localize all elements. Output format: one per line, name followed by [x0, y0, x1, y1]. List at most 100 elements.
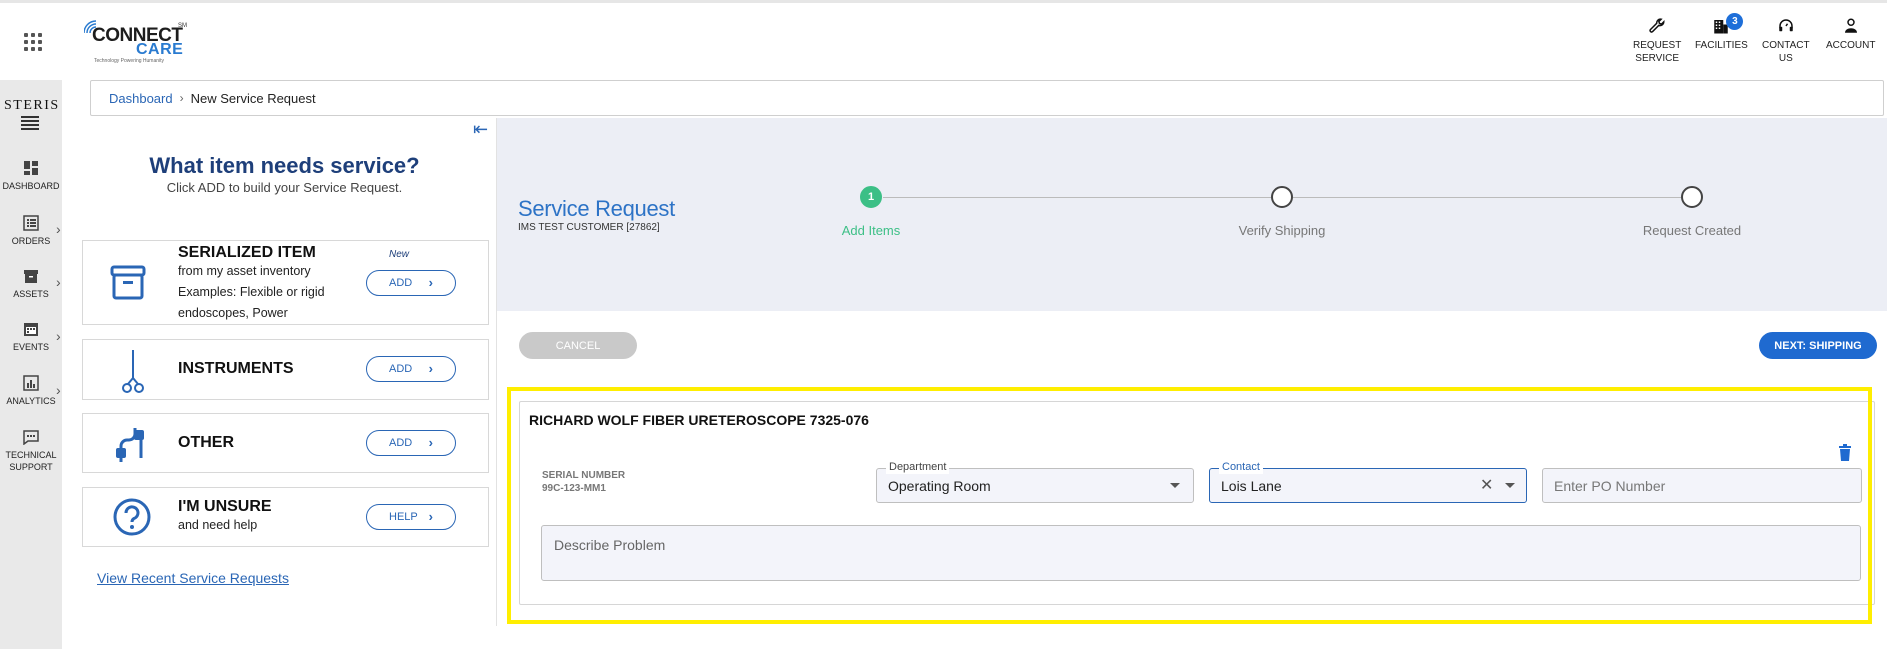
service-request-title: Service Request: [518, 196, 675, 221]
rail-item-orders[interactable]: ORDERS: [0, 215, 62, 247]
card-serialized-item: SERIALIZED ITEM from my asset inventory …: [82, 240, 489, 325]
describe-problem-textarea[interactable]: Describe Problem: [541, 525, 1861, 581]
step-3-circle: [1681, 186, 1703, 208]
logo-service-mark: SM: [178, 23, 187, 29]
department-value: Operating Room: [888, 478, 991, 494]
connect-care-logo[interactable]: CONNECT SM CARE Technology Powering Huma…: [84, 19, 194, 67]
nav-facilities[interactable]: 3 FACILITIES: [1695, 13, 1748, 52]
breadcrumb-current: New Service Request: [190, 90, 316, 106]
help-button[interactable]: HELP ›: [366, 504, 456, 530]
view-recent-requests-link[interactable]: View Recent Service Requests: [97, 570, 289, 586]
collapse-panel-icon[interactable]: ⇤: [473, 119, 488, 140]
po-number-input[interactable]: Enter PO Number: [1542, 468, 1862, 503]
department-select[interactable]: Department Operating Room: [876, 461, 1194, 503]
rail-item-analytics[interactable]: ANALYTICS: [0, 375, 62, 407]
chat-icon: [23, 430, 39, 445]
stepper-line-1: [883, 197, 1271, 198]
card-serialized-desc3: endoscopes, Power: [178, 306, 288, 320]
card-instruments: INSTRUMENTS ADD ›: [82, 339, 489, 400]
contact-select[interactable]: Contact Lois Lane ✕: [1209, 461, 1527, 503]
logo-word-care: CARE: [136, 41, 184, 58]
card-unsure-title: I'M UNSURE: [178, 498, 272, 515]
service-request-band: [497, 118, 1887, 311]
contact-label: Contact: [1219, 461, 1263, 474]
rail-item-analytics-label: ANALYTICS: [6, 396, 56, 406]
customer-name: IMS TEST CUSTOMER [27862]: [518, 222, 660, 233]
analytics-icon: [23, 375, 39, 391]
assets-icon: [24, 270, 38, 283]
rail-item-events-label: EVENTS: [12, 342, 49, 352]
chevron-right-icon: ›: [428, 275, 433, 290]
nav-request-service[interactable]: REQUEST SERVICE: [1633, 17, 1681, 65]
po-number-placeholder: Enter PO Number: [1554, 478, 1666, 494]
left-rail: STERIS DASHBOARD ORDERS ASSETS EVENTS AN…: [0, 80, 62, 649]
help-circle-icon: [113, 498, 151, 536]
nav-contact-us[interactable]: CONTACT US: [1762, 17, 1810, 65]
rail-item-technical-support[interactable]: TECHNICAL SUPPORT: [0, 429, 62, 473]
person-icon: [1844, 18, 1857, 33]
step-request-created-label: Request Created: [1642, 223, 1742, 238]
serial-number-label: SERIAL NUMBER: [542, 470, 626, 481]
add-instruments-button[interactable]: ADD ›: [366, 356, 456, 382]
rail-item-assets[interactable]: ASSETS: [0, 268, 62, 300]
serial-number-value: 99C-123-MM1: [542, 483, 606, 494]
delete-item-trash-icon[interactable]: [1838, 444, 1852, 461]
nav-facilities-label: FACILITIES: [1695, 40, 1748, 51]
nav-account[interactable]: ACCOUNT: [1826, 17, 1875, 52]
describe-problem-placeholder: Describe Problem: [554, 537, 666, 553]
app-header: CONNECT SM CARE Technology Powering Huma…: [0, 3, 1887, 80]
app-grid-icon[interactable]: [24, 33, 42, 51]
card-instruments-title: INSTRUMENTS: [178, 360, 294, 377]
step-add-items-label: Add Items: [841, 223, 901, 238]
card-other: OTHER ADD ›: [82, 413, 489, 473]
card-unsure: I'M UNSURE and need help HELP ›: [82, 487, 489, 547]
stepper-line-2: [1293, 197, 1681, 198]
steris-logo-icon: [21, 116, 39, 132]
breadcrumb-chevron-icon: ›: [179, 91, 184, 105]
breadcrumb: Dashboard › New Service Request: [90, 80, 1884, 116]
assets-expand-chevron-icon[interactable]: ›: [56, 274, 61, 290]
chevron-right-icon: ›: [428, 361, 433, 376]
events-expand-chevron-icon[interactable]: ›: [56, 328, 61, 344]
breadcrumb-dashboard-link[interactable]: Dashboard: [109, 91, 173, 106]
rail-item-assets-label: ASSETS: [13, 289, 49, 299]
chevron-right-icon: ›: [428, 509, 433, 524]
wrench-icon: [1649, 18, 1665, 33]
orders-icon: [23, 215, 39, 231]
card-unsure-desc: and need help: [178, 518, 258, 532]
rail-item-technical-support-label: TECHNICAL SUPPORT: [5, 450, 57, 472]
steris-brand: STERIS: [4, 98, 60, 113]
nav-account-label: ACCOUNT: [1826, 40, 1876, 51]
scissors-icon: [122, 350, 144, 393]
rail-item-events[interactable]: EVENTS: [0, 321, 62, 353]
add-serialized-button[interactable]: ADD ›: [366, 270, 456, 296]
rail-item-orders-label: ORDERS: [11, 236, 51, 246]
card-serialized-desc2: Examples: Flexible or rigid: [178, 285, 325, 299]
add-serialized-button-label: ADD: [389, 277, 413, 289]
calendar-icon: [24, 323, 38, 336]
add-instruments-button-label: ADD: [389, 363, 413, 375]
dashboard-icon: [24, 161, 38, 175]
chevron-right-icon: ›: [428, 435, 433, 450]
step-verify-shipping-label: Verify Shipping: [1238, 223, 1326, 238]
add-other-button[interactable]: ADD ›: [366, 430, 456, 456]
add-other-button-label: ADD: [389, 437, 413, 449]
cancel-button[interactable]: CANCEL: [519, 332, 637, 359]
analytics-expand-chevron-icon[interactable]: ›: [56, 382, 61, 398]
chevron-down-icon: [1505, 483, 1515, 488]
rail-item-dashboard[interactable]: DASHBOARD: [0, 160, 62, 192]
card-serialized-title: SERIALIZED ITEM: [178, 244, 316, 261]
panel-subtitle: Click ADD to build your Service Request.: [166, 180, 403, 195]
card-serialized-desc1: from my asset inventory: [178, 264, 311, 278]
logo-tagline: Technology Powering Humanity: [94, 58, 165, 64]
contact-value: Lois Lane: [1221, 478, 1282, 494]
card-other-title: OTHER: [178, 434, 234, 451]
step-2-circle: [1271, 186, 1293, 208]
clear-contact-icon[interactable]: ✕: [1480, 475, 1493, 495]
facilities-count-badge: 3: [1726, 13, 1744, 30]
next-shipping-button[interactable]: NEXT: SHIPPING: [1759, 332, 1877, 359]
chevron-down-icon: [1170, 483, 1180, 488]
item-title: RICHARD WOLF FIBER URETEROSCOPE 7325-076: [529, 412, 869, 428]
orders-expand-chevron-icon[interactable]: ›: [56, 221, 61, 237]
department-label: Department: [886, 461, 950, 474]
